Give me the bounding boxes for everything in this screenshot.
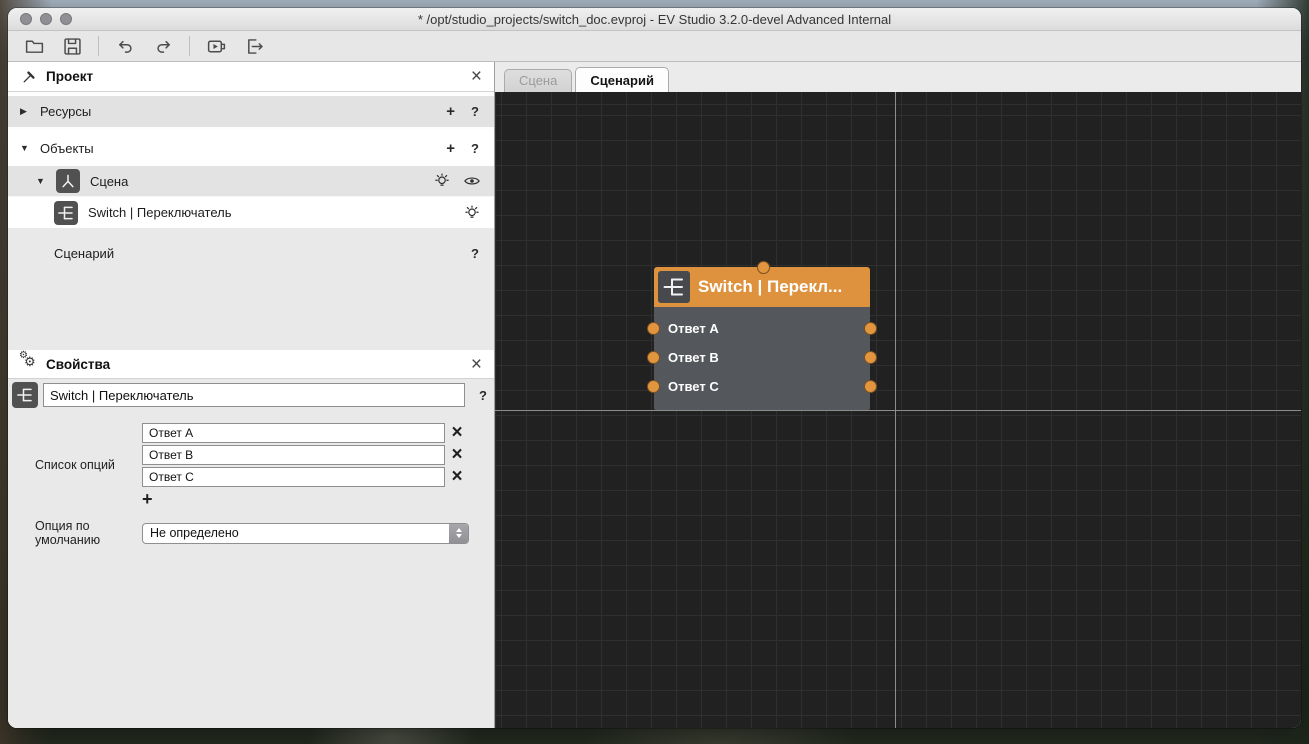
switch-item-label: Switch | Переключатель xyxy=(88,205,452,220)
node-option-row: Ответ C xyxy=(654,372,870,401)
option-input[interactable] xyxy=(142,445,445,465)
option-port-left[interactable] xyxy=(647,351,660,364)
switch-node-title: Switch | Перекл... xyxy=(698,277,842,297)
traffic-lights xyxy=(20,13,72,25)
origin-axis-horizontal xyxy=(495,410,1301,411)
scenario-label: Сценарий xyxy=(54,246,468,261)
resources-label: Ресурсы xyxy=(40,104,433,119)
collapse-triangle-icon[interactable]: ▼ xyxy=(36,176,46,186)
collapse-triangle-icon[interactable]: ▶ xyxy=(20,106,30,117)
scenario-tree-row[interactable]: Сценарий ? xyxy=(8,238,494,268)
project-panel-header: Проект × xyxy=(8,62,494,92)
options-fields: × × × + xyxy=(142,423,469,507)
select-stepper-icon[interactable] xyxy=(449,523,468,544)
properties-panel-title: Свойства xyxy=(46,357,461,372)
node-option-row: Ответ A xyxy=(654,314,870,343)
name-help-button[interactable]: ? xyxy=(476,388,490,403)
remove-option-button[interactable]: × xyxy=(445,467,469,487)
node-option-row: Ответ B xyxy=(654,343,870,372)
undo-icon[interactable] xyxy=(113,34,137,58)
close-window-button[interactable] xyxy=(20,13,32,25)
option-row: × xyxy=(142,423,469,443)
objects-section-row[interactable]: ▼ Объекты + ? xyxy=(8,130,494,166)
hammer-icon xyxy=(20,68,38,86)
tab-scenario[interactable]: Сценарий xyxy=(575,67,669,92)
canvas-column: Сцена Сценарий Switch | Перекл... xyxy=(495,62,1301,728)
option-row: × xyxy=(142,445,469,465)
window-title: * /opt/studio_projects/switch_doc.evproj… xyxy=(418,12,891,27)
objects-help-button[interactable]: ? xyxy=(468,141,482,156)
switch-node-header[interactable]: Switch | Перекл... xyxy=(654,267,870,307)
minimize-window-button[interactable] xyxy=(40,13,52,25)
titlebar: * /opt/studio_projects/switch_doc.evproj… xyxy=(8,8,1301,31)
options-list-block: Список опций × × × xyxy=(12,423,490,507)
tab-scene[interactable]: Сцена xyxy=(504,69,572,92)
switch-tree-row[interactable]: Switch | Переключатель xyxy=(8,197,494,228)
option-row: × xyxy=(142,467,469,487)
switch-node-icon xyxy=(658,271,690,303)
options-list-label: Список опций xyxy=(12,458,142,472)
eye-icon[interactable] xyxy=(462,171,482,191)
gears-icon: ⚙ ⚙ xyxy=(20,355,38,373)
default-option-value: Не определено xyxy=(143,526,449,540)
main-area: Проект × ▶ Ресурсы + ? ▼ Объекты + ? ▼ xyxy=(8,62,1301,728)
lightbulb-icon[interactable] xyxy=(462,203,482,223)
add-option-button[interactable]: + xyxy=(142,491,162,507)
open-folder-icon[interactable] xyxy=(22,34,46,58)
switch-node-icon xyxy=(12,382,38,408)
switch-node-body: Ответ A Ответ B Ответ C xyxy=(654,307,870,410)
close-project-panel-button[interactable]: × xyxy=(469,67,484,86)
close-properties-panel-button[interactable]: × xyxy=(469,355,484,374)
remove-option-button[interactable]: × xyxy=(445,445,469,465)
default-option-label: Опция по умолчанию xyxy=(12,519,142,547)
scene-label: Сцена xyxy=(90,174,422,189)
option-port-right[interactable] xyxy=(864,322,877,335)
object-name-row: ? xyxy=(12,382,490,408)
run-player-icon[interactable] xyxy=(204,34,228,58)
toolbar-separator xyxy=(189,36,190,56)
add-object-button[interactable]: + xyxy=(443,140,458,157)
canvas-tabbar: Сцена Сценарий xyxy=(495,62,1301,92)
left-panel: Проект × ▶ Ресурсы + ? ▼ Объекты + ? ▼ xyxy=(8,62,495,728)
node-option-label: Ответ A xyxy=(668,321,719,336)
add-resource-button[interactable]: + xyxy=(443,103,458,120)
scenario-help-button[interactable]: ? xyxy=(468,246,482,261)
default-option-row: Опция по умолчанию Не определено xyxy=(12,519,490,547)
switch-node-icon xyxy=(54,201,78,225)
project-panel-title: Проект xyxy=(46,69,461,84)
objects-label: Объекты xyxy=(40,141,433,156)
node-input-port[interactable] xyxy=(757,261,770,274)
scene-tree-row[interactable]: ▼ Сцена xyxy=(8,166,494,197)
scenario-canvas[interactable]: Switch | Перекл... Ответ A Ответ B xyxy=(495,92,1301,728)
resources-help-button[interactable]: ? xyxy=(468,104,482,119)
option-input[interactable] xyxy=(142,423,445,443)
toolbar xyxy=(8,31,1301,62)
resources-section-row[interactable]: ▶ Ресурсы + ? xyxy=(8,92,494,130)
scene-icon xyxy=(56,169,80,193)
properties-content: ? Список опций × × xyxy=(8,379,494,728)
default-option-select[interactable]: Не определено xyxy=(142,523,469,544)
scenario-section: Сценарий ? xyxy=(8,228,494,350)
option-input[interactable] xyxy=(142,467,445,487)
export-exit-icon[interactable] xyxy=(242,34,266,58)
toolbar-separator xyxy=(98,36,99,56)
option-port-left[interactable] xyxy=(647,322,660,335)
object-name-input[interactable] xyxy=(43,383,465,407)
node-option-label: Ответ C xyxy=(668,379,719,394)
switch-node[interactable]: Switch | Перекл... Ответ A Ответ B xyxy=(654,267,870,410)
zoom-window-button[interactable] xyxy=(60,13,72,25)
properties-panel-header: ⚙ ⚙ Свойства × xyxy=(8,350,494,379)
option-port-right[interactable] xyxy=(864,351,877,364)
collapse-triangle-icon[interactable]: ▼ xyxy=(20,143,30,153)
redo-icon[interactable] xyxy=(151,34,175,58)
app-window: * /opt/studio_projects/switch_doc.evproj… xyxy=(8,8,1301,728)
node-option-label: Ответ B xyxy=(668,350,719,365)
lightbulb-icon[interactable] xyxy=(432,171,452,191)
option-port-right[interactable] xyxy=(864,380,877,393)
option-port-left[interactable] xyxy=(647,380,660,393)
save-icon[interactable] xyxy=(60,34,84,58)
remove-option-button[interactable]: × xyxy=(445,423,469,443)
